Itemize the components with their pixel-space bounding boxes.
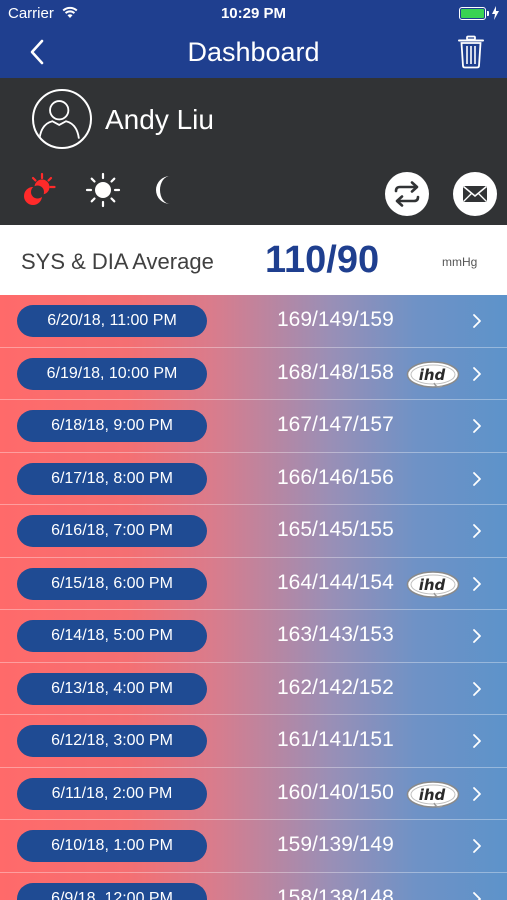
- reading-row[interactable]: 6/18/18, 9:00 PM 167/147/157: [0, 400, 507, 453]
- reading-row[interactable]: 6/13/18, 4:00 PM 162/142/152: [0, 663, 507, 715]
- page-title: Dashboard: [187, 37, 320, 67]
- chevron-right-icon: [473, 524, 481, 538]
- ihd-badge-label: ihd: [419, 366, 446, 384]
- mail-button[interactable]: [453, 172, 497, 216]
- reading-value: 162/142/152: [277, 675, 394, 699]
- sun-moon-icon[interactable]: [20, 172, 56, 208]
- chevron-right-icon: [473, 839, 481, 853]
- moon-icon[interactable]: [150, 172, 186, 208]
- battery-icon: [459, 7, 489, 20]
- reading-date-pill: 6/14/18, 5:00 PM: [17, 620, 207, 652]
- reading-value: 159/139/149: [277, 833, 394, 856]
- chevron-right-icon: [473, 681, 481, 696]
- reading-date-pill: 6/19/18, 10:00 PM: [17, 357, 207, 390]
- reading-row[interactable]: 6/20/18, 11:00 PM 169/149/159: [0, 295, 507, 348]
- mail-icon: [462, 185, 488, 202]
- reading-value: 164/144/154: [277, 570, 394, 594]
- avatar: [32, 89, 92, 149]
- chevron-right-icon: [473, 576, 481, 591]
- ihd-badge-label: ihd: [419, 576, 446, 594]
- chevron-right-icon: [473, 314, 481, 328]
- reading-date-pill: 6/15/18, 6:00 PM: [17, 567, 207, 600]
- ihd-badge-label: ihd: [419, 786, 446, 804]
- chevron-right-icon: [473, 891, 481, 900]
- reading-row[interactable]: 6/9/18, 12:00 PM 158/138/148: [0, 873, 507, 900]
- sync-button[interactable]: [385, 172, 429, 216]
- average-unit: mmHg: [442, 255, 478, 269]
- profile-header: Andy Liu: [0, 78, 507, 225]
- chevron-right-icon: [473, 366, 481, 381]
- reading-value: 169/149/159: [277, 308, 394, 331]
- readings-list[interactable]: 6/20/18, 11:00 PM 169/149/159 6/19/18, 10:…: [0, 295, 507, 900]
- chevron-right-icon: [473, 419, 481, 433]
- status-bar: Carrier 10:29 PM: [0, 0, 507, 28]
- reading-row[interactable]: 6/17/18, 8:00 PM 166/146/156: [0, 453, 507, 505]
- reading-date-pill: 6/13/18, 4:00 PM: [17, 672, 207, 705]
- reading-date-pill: 6/12/18, 3:00 PM: [17, 725, 207, 757]
- reading-value: 167/147/157: [277, 413, 394, 436]
- status-time: 10:29 PM: [220, 5, 287, 22]
- chevron-right-icon: [473, 471, 481, 486]
- reading-row[interactable]: 6/15/18, 6:00 PM 164/144/154 ihd: [0, 558, 507, 610]
- average-value: 110/90: [265, 239, 380, 281]
- chevron-right-icon: [473, 629, 481, 643]
- top-bar: Carrier 10:29 PM Dashboard: [0, 0, 507, 78]
- reading-row[interactable]: 6/12/18, 3:00 PM 161/141/151: [0, 715, 507, 768]
- reading-row[interactable]: 6/10/18, 1:00 PM 159/139/149: [0, 820, 507, 873]
- reading-date-pill: 6/11/18, 2:00 PM: [17, 777, 207, 810]
- average-panel: SYS & DIA Average 110/90 mmHg: [0, 225, 507, 295]
- average-label: SYS & DIA Average: [21, 249, 214, 274]
- reading-row[interactable]: 6/16/18, 7:00 PM 165/145/155: [0, 505, 507, 558]
- reading-value: 161/141/151: [277, 728, 394, 751]
- ihd-badge-icon: ihd: [406, 360, 460, 388]
- charging-bolt-icon: [492, 6, 499, 20]
- sun-icon[interactable]: [85, 172, 121, 208]
- reading-value: 160/140/150: [277, 780, 394, 804]
- chevron-right-icon: [473, 786, 481, 801]
- reading-value: 163/143/153: [277, 623, 394, 646]
- reading-date-pill: 6/17/18, 8:00 PM: [17, 462, 207, 495]
- reading-value: 168/148/158: [277, 360, 394, 384]
- reading-row[interactable]: 6/11/18, 2:00 PM 160/140/150 ihd: [0, 768, 507, 820]
- trash-icon[interactable]: [457, 35, 485, 69]
- reading-value: 166/146/156: [277, 465, 394, 489]
- sync-icon: [394, 181, 420, 207]
- reading-date-pill: 6/16/18, 7:00 PM: [17, 515, 207, 547]
- navigation-bar: Dashboard: [0, 28, 507, 78]
- reading-date-pill: 6/18/18, 9:00 PM: [17, 410, 207, 442]
- ihd-badge-icon: ihd: [406, 570, 460, 598]
- reading-row[interactable]: 6/14/18, 5:00 PM 163/143/153: [0, 610, 507, 663]
- ihd-badge-icon: ihd: [406, 780, 460, 808]
- reading-value: 158/138/148: [277, 885, 394, 900]
- user-name: Andy Liu: [105, 104, 214, 135]
- reading-row[interactable]: 6/19/18, 10:00 PM 168/148/158 ihd: [0, 348, 507, 400]
- reading-date-pill: 6/20/18, 11:00 PM: [17, 305, 207, 337]
- chevron-right-icon: [473, 734, 481, 748]
- reading-date-pill: 6/10/18, 1:00 PM: [17, 830, 207, 862]
- reading-date-pill: 6/9/18, 12:00 PM: [17, 882, 207, 900]
- reading-value: 165/145/155: [277, 518, 394, 541]
- user-silhouette-icon: [38, 100, 80, 139]
